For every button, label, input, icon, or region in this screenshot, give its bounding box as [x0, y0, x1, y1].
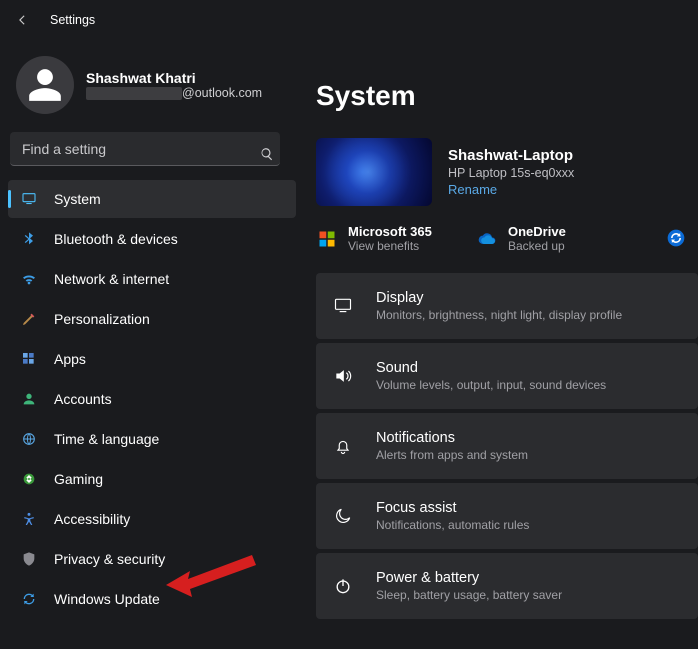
shield-icon [20, 550, 38, 568]
card-focus-assist[interactable]: Focus assist Notifications, automatic ru… [316, 483, 698, 549]
card-title: Sound [376, 360, 606, 376]
sidebar-item-accessibility[interactable]: Accessibility [8, 500, 296, 538]
search-icon [260, 147, 274, 161]
settings-cards: Display Monitors, brightness, night ligh… [316, 273, 698, 619]
sidebar-item-network[interactable]: Network & internet [8, 260, 296, 298]
onedrive-icon [476, 228, 498, 250]
profile-email: @outlook.com [86, 86, 262, 100]
main-pane: System Shashwat-Laptop HP Laptop 15s-eq0… [300, 40, 698, 649]
sidebar-item-privacy[interactable]: Privacy & security [8, 540, 296, 578]
page-title: System [316, 80, 698, 112]
titlebar: Settings [0, 0, 698, 40]
onedrive-block[interactable]: OneDrive Backed up [476, 224, 626, 253]
cloud-sub: Backed up [508, 239, 566, 253]
sidebar-item-label: Windows Update [54, 591, 160, 607]
avatar [16, 56, 74, 114]
card-sub: Sleep, battery usage, battery saver [376, 588, 562, 602]
gaming-icon [20, 470, 38, 488]
card-title: Display [376, 290, 622, 306]
power-icon [332, 576, 354, 596]
back-button[interactable] [12, 10, 32, 30]
sidebar-item-gaming[interactable]: Gaming [8, 460, 296, 498]
cloud-title: Microsoft 365 [348, 224, 432, 239]
profile-block[interactable]: Shashwat Khatri @outlook.com [8, 48, 296, 128]
card-title: Focus assist [376, 500, 529, 516]
microsoft-365-icon [316, 228, 338, 250]
sidebar-item-system[interactable]: System [8, 180, 296, 218]
sidebar-item-label: Apps [54, 351, 86, 367]
sidebar-item-apps[interactable]: Apps [8, 340, 296, 378]
sidebar-nav: System Bluetooth & devices Network & int… [8, 180, 296, 618]
microsoft-365-block[interactable]: Microsoft 365 View benefits [316, 224, 466, 253]
card-display[interactable]: Display Monitors, brightness, night ligh… [316, 273, 698, 339]
accounts-icon [20, 390, 38, 408]
display-icon [332, 296, 354, 316]
sidebar-item-label: Privacy & security [54, 551, 165, 567]
sidebar-item-bluetooth[interactable]: Bluetooth & devices [8, 220, 296, 258]
sidebar-item-windows-update[interactable]: Windows Update [8, 580, 296, 618]
sidebar-item-label: Bluetooth & devices [54, 231, 178, 247]
sidebar-item-label: Accessibility [54, 511, 130, 527]
globe-icon [20, 430, 38, 448]
card-sound[interactable]: Sound Volume levels, output, input, soun… [316, 343, 698, 409]
sound-icon [332, 366, 354, 386]
cloud-row: Microsoft 365 View benefits OneDrive Bac… [316, 224, 698, 253]
card-sub: Volume levels, output, input, sound devi… [376, 378, 606, 392]
sidebar-item-time-language[interactable]: Time & language [8, 420, 296, 458]
card-title: Notifications [376, 430, 528, 446]
sync-icon[interactable] [666, 228, 688, 250]
sidebar-item-label: Time & language [54, 431, 159, 447]
rename-link[interactable]: Rename [448, 182, 574, 197]
search-wrap [8, 128, 296, 180]
wifi-icon [20, 270, 38, 288]
card-title: Power & battery [376, 570, 562, 586]
bell-icon [332, 436, 354, 456]
system-icon [20, 190, 38, 208]
brush-icon [20, 310, 38, 328]
moon-icon [332, 506, 354, 526]
titlebar-title: Settings [50, 13, 95, 27]
accessibility-icon [20, 510, 38, 528]
device-name: Shashwat-Laptop [448, 147, 574, 164]
device-row: Shashwat-Laptop HP Laptop 15s-eq0xxx Ren… [316, 138, 698, 206]
bluetooth-icon [20, 230, 38, 248]
update-icon [20, 590, 38, 608]
sidebar-item-label: Gaming [54, 471, 103, 487]
profile-name: Shashwat Khatri [86, 70, 262, 86]
card-notifications[interactable]: Notifications Alerts from apps and syste… [316, 413, 698, 479]
card-sub: Notifications, automatic rules [376, 518, 529, 532]
card-power-battery[interactable]: Power & battery Sleep, battery usage, ba… [316, 553, 698, 619]
apps-icon [20, 350, 38, 368]
sidebar-item-label: Personalization [54, 311, 150, 327]
sidebar-item-label: Network & internet [54, 271, 169, 287]
device-model: HP Laptop 15s-eq0xxx [448, 166, 574, 180]
card-sub: Alerts from apps and system [376, 448, 528, 462]
sidebar-item-accounts[interactable]: Accounts [8, 380, 296, 418]
sidebar-item-personalization[interactable]: Personalization [8, 300, 296, 338]
sidebar: Shashwat Khatri @outlook.com System Blue… [0, 40, 300, 649]
sidebar-item-label: System [54, 191, 101, 207]
cloud-sub: View benefits [348, 239, 432, 253]
card-sub: Monitors, brightness, night light, displ… [376, 308, 622, 322]
profile-email-redacted [86, 87, 182, 100]
cloud-title: OneDrive [508, 224, 566, 239]
search-input[interactable] [10, 132, 280, 166]
device-thumbnail [316, 138, 432, 206]
sidebar-item-label: Accounts [54, 391, 112, 407]
